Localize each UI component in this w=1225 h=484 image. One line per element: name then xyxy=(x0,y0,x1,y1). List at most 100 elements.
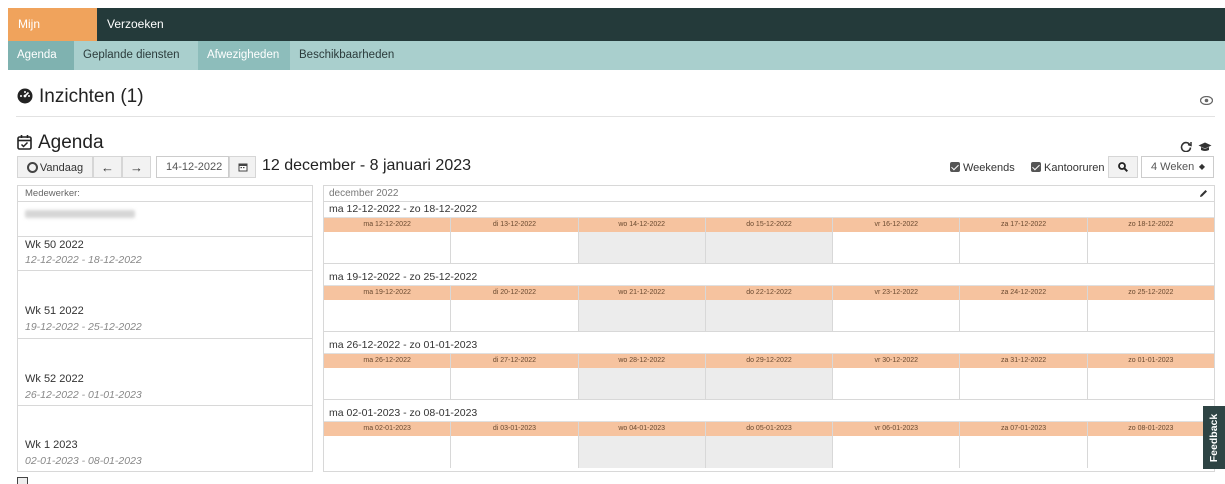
subtab-agenda[interactable]: Agenda xyxy=(8,41,74,70)
period-select-value: 4 Weken xyxy=(1151,161,1195,173)
subtab-geplande-diensten[interactable]: Geplande diensten xyxy=(74,41,198,70)
calendar-check-icon xyxy=(17,135,32,150)
day-body[interactable] xyxy=(324,436,451,468)
day-body[interactable] xyxy=(960,300,1087,332)
day-body[interactable] xyxy=(451,436,578,468)
day-body[interactable] xyxy=(451,368,578,400)
day-header: wo 14-12-2022 xyxy=(578,218,705,232)
day-cell[interactable]: wo 14-12-2022 xyxy=(578,218,706,264)
day-body[interactable] xyxy=(324,300,451,332)
day-body[interactable] xyxy=(324,232,451,264)
day-cell[interactable]: do 22-12-2022 xyxy=(705,286,834,332)
day-cell[interactable]: do 15-12-2022 xyxy=(705,218,834,264)
tab-verzoeken[interactable]: Verzoeken xyxy=(97,8,177,41)
tab-mijn-planning[interactable]: Mijn planning xyxy=(8,8,97,64)
month-header: december 2022 xyxy=(324,186,1214,202)
day-header: di 03-01-2023 xyxy=(451,422,578,436)
day-body[interactable] xyxy=(1087,368,1214,400)
day-cell[interactable]: vr 23-12-2022 xyxy=(833,286,961,332)
search-button[interactable] xyxy=(1108,156,1138,178)
day-cell[interactable]: ma 02-01-2023 xyxy=(324,422,452,468)
office-hours-checkbox[interactable]: Kantooruren xyxy=(1031,162,1105,174)
day-cell[interactable]: za 07-01-2023 xyxy=(960,422,1088,468)
date-range-label: 12 december - 8 januari 2023 xyxy=(262,157,472,174)
day-body[interactable] xyxy=(578,232,705,264)
day-body[interactable] xyxy=(1087,232,1214,264)
day-cell[interactable]: zo 01-01-2023 xyxy=(1087,354,1214,400)
eye-icon[interactable] xyxy=(1200,96,1213,105)
day-body[interactable] xyxy=(451,300,578,332)
day-cell[interactable]: vr 06-01-2023 xyxy=(833,422,961,468)
pencil-icon[interactable] xyxy=(1199,189,1208,198)
week-number: Wk 50 2022 xyxy=(25,239,84,251)
day-body[interactable] xyxy=(705,232,833,264)
day-cell[interactable]: wo 28-12-2022 xyxy=(578,354,706,400)
day-cell[interactable]: za 17-12-2022 xyxy=(960,218,1088,264)
day-cell[interactable]: vr 30-12-2022 xyxy=(833,354,961,400)
day-body[interactable] xyxy=(578,300,705,332)
day-cell[interactable]: zo 18-12-2022 xyxy=(1087,218,1214,264)
prev-button[interactable]: ← xyxy=(93,156,122,178)
refresh-icon[interactable] xyxy=(1180,141,1192,152)
week-block: ma 02-01-2023 - zo 08-01-2023 ma 02-01-2… xyxy=(324,406,1214,468)
day-body[interactable] xyxy=(960,232,1087,264)
graduation-cap-icon[interactable] xyxy=(1198,142,1212,152)
day-body[interactable] xyxy=(578,368,705,400)
insights-title[interactable]: Inzichten (1) xyxy=(17,86,144,108)
day-cell[interactable]: za 24-12-2022 xyxy=(960,286,1088,332)
period-select[interactable]: 4 Weken ◆ xyxy=(1141,156,1214,178)
day-body[interactable] xyxy=(324,368,451,400)
feedback-tab[interactable]: Feedback xyxy=(1203,406,1225,469)
day-cell[interactable]: zo 25-12-2022 xyxy=(1087,286,1214,332)
day-row: ma 19-12-2022 di 20-12-2022 wo 21-12-202… xyxy=(324,286,1214,332)
week-row: Wk 52 2022 26-12-2022 - 01-01-2023 xyxy=(18,339,312,406)
day-cell[interactable]: ma 26-12-2022 xyxy=(324,354,452,400)
day-cell[interactable]: di 27-12-2022 xyxy=(451,354,579,400)
week-dates: 19-12-2022 - 25-12-2022 xyxy=(25,321,142,333)
day-body[interactable] xyxy=(833,368,960,400)
weekends-checkbox[interactable]: Weekends xyxy=(950,162,1015,174)
day-body[interactable] xyxy=(705,300,833,332)
panel-toggle-icon[interactable] xyxy=(17,477,28,484)
day-cell[interactable]: do 29-12-2022 xyxy=(705,354,834,400)
search-icon xyxy=(1118,162,1129,173)
agenda-title-text: Agenda xyxy=(38,132,104,153)
day-cell[interactable]: di 13-12-2022 xyxy=(451,218,579,264)
day-body[interactable] xyxy=(451,232,578,264)
day-body[interactable] xyxy=(833,436,960,468)
week-block: ma 19-12-2022 - zo 25-12-2022 ma 19-12-2… xyxy=(324,270,1214,332)
day-body[interactable] xyxy=(833,300,960,332)
day-header: za 17-12-2022 xyxy=(960,218,1087,232)
day-cell[interactable]: ma 12-12-2022 xyxy=(324,218,452,264)
week-number: Wk 51 2022 xyxy=(25,305,84,317)
agenda-title: Agenda xyxy=(17,132,104,154)
subtab-afwezigheden[interactable]: Afwezigheden xyxy=(198,41,290,70)
day-cell[interactable]: do 05-01-2023 xyxy=(705,422,834,468)
dashboard-icon xyxy=(17,88,33,104)
day-body[interactable] xyxy=(578,436,705,468)
day-body[interactable] xyxy=(705,368,833,400)
day-body[interactable] xyxy=(1087,436,1214,468)
day-cell[interactable]: wo 04-01-2023 xyxy=(578,422,706,468)
datepicker-button[interactable] xyxy=(229,156,256,178)
day-cell[interactable]: di 03-01-2023 xyxy=(451,422,579,468)
office-hours-label: Kantooruren xyxy=(1044,162,1105,174)
week-row: Wk 50 2022 12-12-2022 - 18-12-2022 xyxy=(18,237,312,271)
day-cell[interactable]: wo 21-12-2022 xyxy=(578,286,706,332)
today-button[interactable]: Vandaag xyxy=(17,156,93,178)
day-cell[interactable]: zo 08-01-2023 xyxy=(1087,422,1214,468)
day-cell[interactable]: vr 16-12-2022 xyxy=(833,218,961,264)
day-body[interactable] xyxy=(960,368,1087,400)
date-input[interactable]: 14-12-2022 xyxy=(156,156,229,178)
subtab-beschikbaarheden[interactable]: Beschikbaarheden xyxy=(290,41,402,70)
day-cell[interactable]: ma 19-12-2022 xyxy=(324,286,452,332)
day-header: za 24-12-2022 xyxy=(960,286,1087,300)
day-body[interactable] xyxy=(833,232,960,264)
day-body[interactable] xyxy=(705,436,833,468)
day-cell[interactable]: di 20-12-2022 xyxy=(451,286,579,332)
next-button[interactable]: → xyxy=(122,156,151,178)
day-body[interactable] xyxy=(1087,300,1214,332)
day-cell[interactable]: za 31-12-2022 xyxy=(960,354,1088,400)
day-header: do 29-12-2022 xyxy=(705,354,833,368)
day-body[interactable] xyxy=(960,436,1087,468)
